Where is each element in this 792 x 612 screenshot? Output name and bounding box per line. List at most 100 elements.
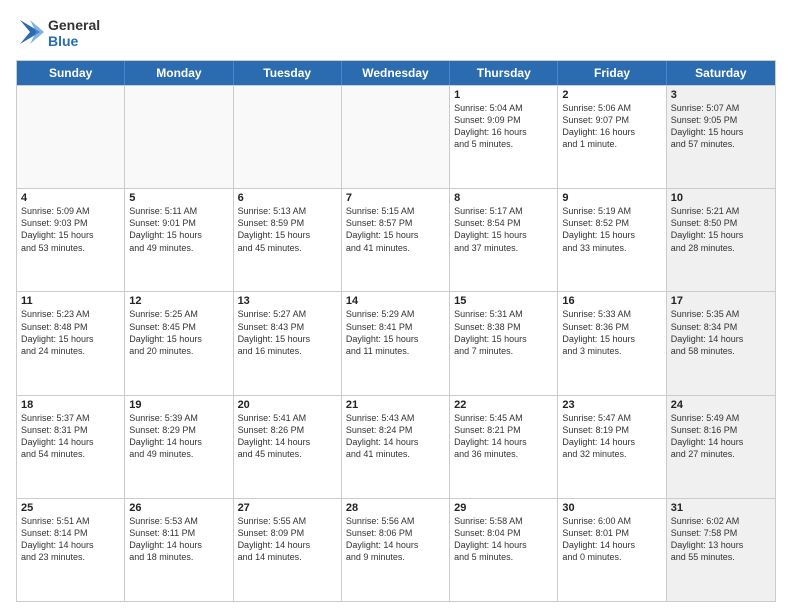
day-info: Sunrise: 5:29 AM Sunset: 8:41 PM Dayligh… [346, 308, 445, 357]
day-info: Sunrise: 5:58 AM Sunset: 8:04 PM Dayligh… [454, 515, 553, 564]
calendar-cell: 3Sunrise: 5:07 AM Sunset: 9:05 PM Daylig… [667, 86, 775, 188]
day-info: Sunrise: 6:02 AM Sunset: 7:58 PM Dayligh… [671, 515, 771, 564]
weekday-header: Sunday [17, 61, 125, 85]
day-number: 18 [21, 399, 120, 411]
day-number: 8 [454, 192, 553, 204]
day-info: Sunrise: 5:25 AM Sunset: 8:45 PM Dayligh… [129, 308, 228, 357]
calendar: SundayMondayTuesdayWednesdayThursdayFrid… [16, 60, 776, 602]
day-number: 5 [129, 192, 228, 204]
day-number: 17 [671, 295, 771, 307]
day-info: Sunrise: 5:04 AM Sunset: 9:09 PM Dayligh… [454, 102, 553, 151]
calendar-cell: 25Sunrise: 5:51 AM Sunset: 8:14 PM Dayli… [17, 499, 125, 601]
weekday-header: Tuesday [234, 61, 342, 85]
calendar-header: SundayMondayTuesdayWednesdayThursdayFrid… [17, 61, 775, 85]
logo: General Blue [16, 12, 126, 52]
calendar-cell [125, 86, 233, 188]
day-number: 20 [238, 399, 337, 411]
calendar-cell: 29Sunrise: 5:58 AM Sunset: 8:04 PM Dayli… [450, 499, 558, 601]
calendar-cell: 6Sunrise: 5:13 AM Sunset: 8:59 PM Daylig… [234, 189, 342, 291]
day-number: 28 [346, 502, 445, 514]
day-info: Sunrise: 5:51 AM Sunset: 8:14 PM Dayligh… [21, 515, 120, 564]
calendar-cell: 20Sunrise: 5:41 AM Sunset: 8:26 PM Dayli… [234, 396, 342, 498]
day-info: Sunrise: 6:00 AM Sunset: 8:01 PM Dayligh… [562, 515, 661, 564]
day-number: 22 [454, 399, 553, 411]
day-info: Sunrise: 5:56 AM Sunset: 8:06 PM Dayligh… [346, 515, 445, 564]
day-info: Sunrise: 5:37 AM Sunset: 8:31 PM Dayligh… [21, 412, 120, 461]
calendar-cell: 18Sunrise: 5:37 AM Sunset: 8:31 PM Dayli… [17, 396, 125, 498]
day-number: 11 [21, 295, 120, 307]
generalblue-logo: General Blue [16, 12, 126, 52]
day-number: 6 [238, 192, 337, 204]
calendar-cell [342, 86, 450, 188]
calendar-cell: 23Sunrise: 5:47 AM Sunset: 8:19 PM Dayli… [558, 396, 666, 498]
calendar-cell: 22Sunrise: 5:45 AM Sunset: 8:21 PM Dayli… [450, 396, 558, 498]
day-number: 9 [562, 192, 661, 204]
day-info: Sunrise: 5:55 AM Sunset: 8:09 PM Dayligh… [238, 515, 337, 564]
calendar-cell: 11Sunrise: 5:23 AM Sunset: 8:48 PM Dayli… [17, 292, 125, 394]
calendar-cell: 2Sunrise: 5:06 AM Sunset: 9:07 PM Daylig… [558, 86, 666, 188]
calendar-cell: 9Sunrise: 5:19 AM Sunset: 8:52 PM Daylig… [558, 189, 666, 291]
day-info: Sunrise: 5:39 AM Sunset: 8:29 PM Dayligh… [129, 412, 228, 461]
day-number: 4 [21, 192, 120, 204]
calendar-cell: 4Sunrise: 5:09 AM Sunset: 9:03 PM Daylig… [17, 189, 125, 291]
calendar-cell: 17Sunrise: 5:35 AM Sunset: 8:34 PM Dayli… [667, 292, 775, 394]
calendar-cell: 10Sunrise: 5:21 AM Sunset: 8:50 PM Dayli… [667, 189, 775, 291]
calendar-cell: 21Sunrise: 5:43 AM Sunset: 8:24 PM Dayli… [342, 396, 450, 498]
calendar-cell: 16Sunrise: 5:33 AM Sunset: 8:36 PM Dayli… [558, 292, 666, 394]
day-number: 12 [129, 295, 228, 307]
calendar-cell: 1Sunrise: 5:04 AM Sunset: 9:09 PM Daylig… [450, 86, 558, 188]
day-number: 21 [346, 399, 445, 411]
day-info: Sunrise: 5:49 AM Sunset: 8:16 PM Dayligh… [671, 412, 771, 461]
calendar-cell [234, 86, 342, 188]
day-number: 29 [454, 502, 553, 514]
day-number: 3 [671, 89, 771, 101]
weekday-header: Wednesday [342, 61, 450, 85]
day-number: 7 [346, 192, 445, 204]
day-info: Sunrise: 5:11 AM Sunset: 9:01 PM Dayligh… [129, 205, 228, 254]
weekday-header: Friday [558, 61, 666, 85]
calendar-week-row: 4Sunrise: 5:09 AM Sunset: 9:03 PM Daylig… [17, 188, 775, 291]
day-number: 13 [238, 295, 337, 307]
day-info: Sunrise: 5:27 AM Sunset: 8:43 PM Dayligh… [238, 308, 337, 357]
day-info: Sunrise: 5:47 AM Sunset: 8:19 PM Dayligh… [562, 412, 661, 461]
day-number: 31 [671, 502, 771, 514]
svg-text:Blue: Blue [48, 33, 79, 49]
calendar-cell: 28Sunrise: 5:56 AM Sunset: 8:06 PM Dayli… [342, 499, 450, 601]
day-number: 1 [454, 89, 553, 101]
day-info: Sunrise: 5:43 AM Sunset: 8:24 PM Dayligh… [346, 412, 445, 461]
svg-text:General: General [48, 17, 100, 33]
calendar-cell: 5Sunrise: 5:11 AM Sunset: 9:01 PM Daylig… [125, 189, 233, 291]
day-info: Sunrise: 5:09 AM Sunset: 9:03 PM Dayligh… [21, 205, 120, 254]
day-number: 30 [562, 502, 661, 514]
weekday-header: Thursday [450, 61, 558, 85]
day-number: 27 [238, 502, 337, 514]
day-info: Sunrise: 5:06 AM Sunset: 9:07 PM Dayligh… [562, 102, 661, 151]
day-number: 10 [671, 192, 771, 204]
calendar-cell [17, 86, 125, 188]
day-number: 16 [562, 295, 661, 307]
day-number: 14 [346, 295, 445, 307]
day-info: Sunrise: 5:53 AM Sunset: 8:11 PM Dayligh… [129, 515, 228, 564]
day-info: Sunrise: 5:13 AM Sunset: 8:59 PM Dayligh… [238, 205, 337, 254]
calendar-cell: 8Sunrise: 5:17 AM Sunset: 8:54 PM Daylig… [450, 189, 558, 291]
calendar-cell: 26Sunrise: 5:53 AM Sunset: 8:11 PM Dayli… [125, 499, 233, 601]
calendar-week-row: 25Sunrise: 5:51 AM Sunset: 8:14 PM Dayli… [17, 498, 775, 601]
day-info: Sunrise: 5:17 AM Sunset: 8:54 PM Dayligh… [454, 205, 553, 254]
day-number: 25 [21, 502, 120, 514]
calendar-cell: 12Sunrise: 5:25 AM Sunset: 8:45 PM Dayli… [125, 292, 233, 394]
day-number: 2 [562, 89, 661, 101]
calendar-week-row: 11Sunrise: 5:23 AM Sunset: 8:48 PM Dayli… [17, 291, 775, 394]
weekday-header: Monday [125, 61, 233, 85]
day-info: Sunrise: 5:41 AM Sunset: 8:26 PM Dayligh… [238, 412, 337, 461]
day-info: Sunrise: 5:33 AM Sunset: 8:36 PM Dayligh… [562, 308, 661, 357]
day-info: Sunrise: 5:15 AM Sunset: 8:57 PM Dayligh… [346, 205, 445, 254]
day-number: 24 [671, 399, 771, 411]
calendar-cell: 15Sunrise: 5:31 AM Sunset: 8:38 PM Dayli… [450, 292, 558, 394]
day-number: 23 [562, 399, 661, 411]
calendar-cell: 13Sunrise: 5:27 AM Sunset: 8:43 PM Dayli… [234, 292, 342, 394]
calendar-week-row: 18Sunrise: 5:37 AM Sunset: 8:31 PM Dayli… [17, 395, 775, 498]
day-info: Sunrise: 5:21 AM Sunset: 8:50 PM Dayligh… [671, 205, 771, 254]
day-info: Sunrise: 5:07 AM Sunset: 9:05 PM Dayligh… [671, 102, 771, 151]
calendar-cell: 24Sunrise: 5:49 AM Sunset: 8:16 PM Dayli… [667, 396, 775, 498]
day-info: Sunrise: 5:35 AM Sunset: 8:34 PM Dayligh… [671, 308, 771, 357]
